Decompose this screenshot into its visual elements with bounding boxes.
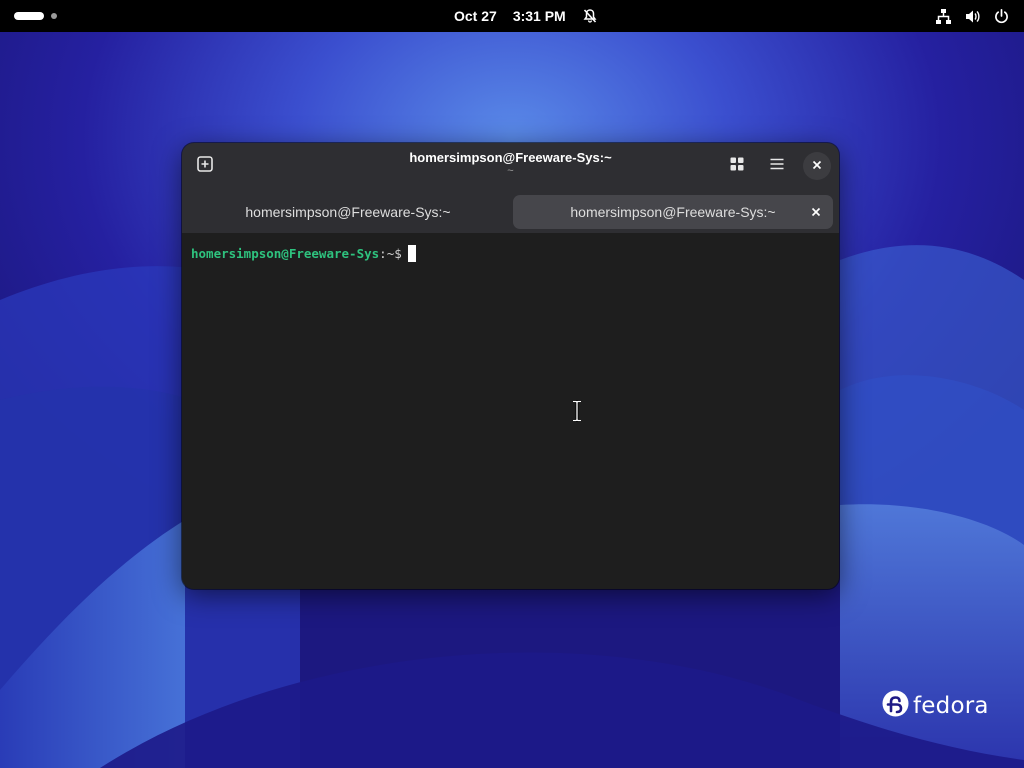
network-wired-icon [935, 8, 952, 25]
activities-button[interactable] [14, 10, 57, 22]
text-cursor-icon [571, 400, 583, 427]
window-headerbar[interactable]: homersimpson@Freeware-Sys:~ ~ [182, 143, 839, 189]
tab-close-button[interactable] [807, 203, 825, 221]
shell-prompt: homersimpson@Freeware-Sys:~$ [191, 245, 416, 262]
top-bar: Oct 27 3:31 PM [0, 0, 1024, 32]
power-icon [993, 8, 1010, 25]
prompt-separator: : [379, 246, 387, 261]
date-time-button[interactable]: Oct 27 3:31 PM [454, 0, 599, 32]
time-label: 3:31 PM [512, 8, 566, 24]
tab-label: homersimpson@Freeware-Sys:~ [245, 204, 451, 220]
prompt-user-host: homersimpson@Freeware-Sys [191, 246, 380, 261]
terminal-window: homersimpson@Freeware-Sys:~ ~ homersimps… [182, 143, 839, 589]
workspace-indicator-active [14, 12, 44, 20]
tab-1[interactable]: homersimpson@Freeware-Sys:~ [188, 195, 508, 229]
new-tab-icon [196, 155, 214, 178]
close-icon [811, 204, 821, 220]
close-icon [812, 157, 822, 175]
window-title-area: homersimpson@Freeware-Sys:~ ~ [332, 150, 689, 177]
terminal-content[interactable]: homersimpson@Freeware-Sys:~$ [182, 233, 839, 589]
terminal-cursor [407, 245, 416, 262]
fedora-logo: fedora [882, 690, 989, 722]
new-tab-button[interactable] [191, 152, 219, 180]
workspace-indicator [51, 13, 57, 19]
tab-bar: homersimpson@Freeware-Sys:~ homersimpson… [182, 189, 839, 233]
notifications-muted-icon [582, 8, 599, 25]
system-menu-button[interactable] [935, 0, 1010, 32]
fedora-infinity-icon [882, 690, 909, 722]
window-close-button[interactable] [803, 152, 831, 180]
volume-icon [964, 8, 981, 25]
hamburger-menu-icon [769, 156, 785, 177]
window-subtitle: ~ [507, 165, 514, 177]
fedora-wordmark: fedora [913, 693, 989, 719]
date-label: Oct 27 [454, 8, 497, 24]
tab-2-active[interactable]: homersimpson@Freeware-Sys:~ [513, 195, 833, 229]
main-menu-button[interactable] [763, 152, 791, 180]
tab-overview-button[interactable] [723, 152, 751, 180]
tab-overview-grid-icon [729, 156, 745, 177]
window-title: homersimpson@Freeware-Sys:~ [409, 150, 612, 165]
prompt-sigil: $ [394, 246, 402, 261]
tab-label: homersimpson@Freeware-Sys:~ [570, 204, 776, 220]
